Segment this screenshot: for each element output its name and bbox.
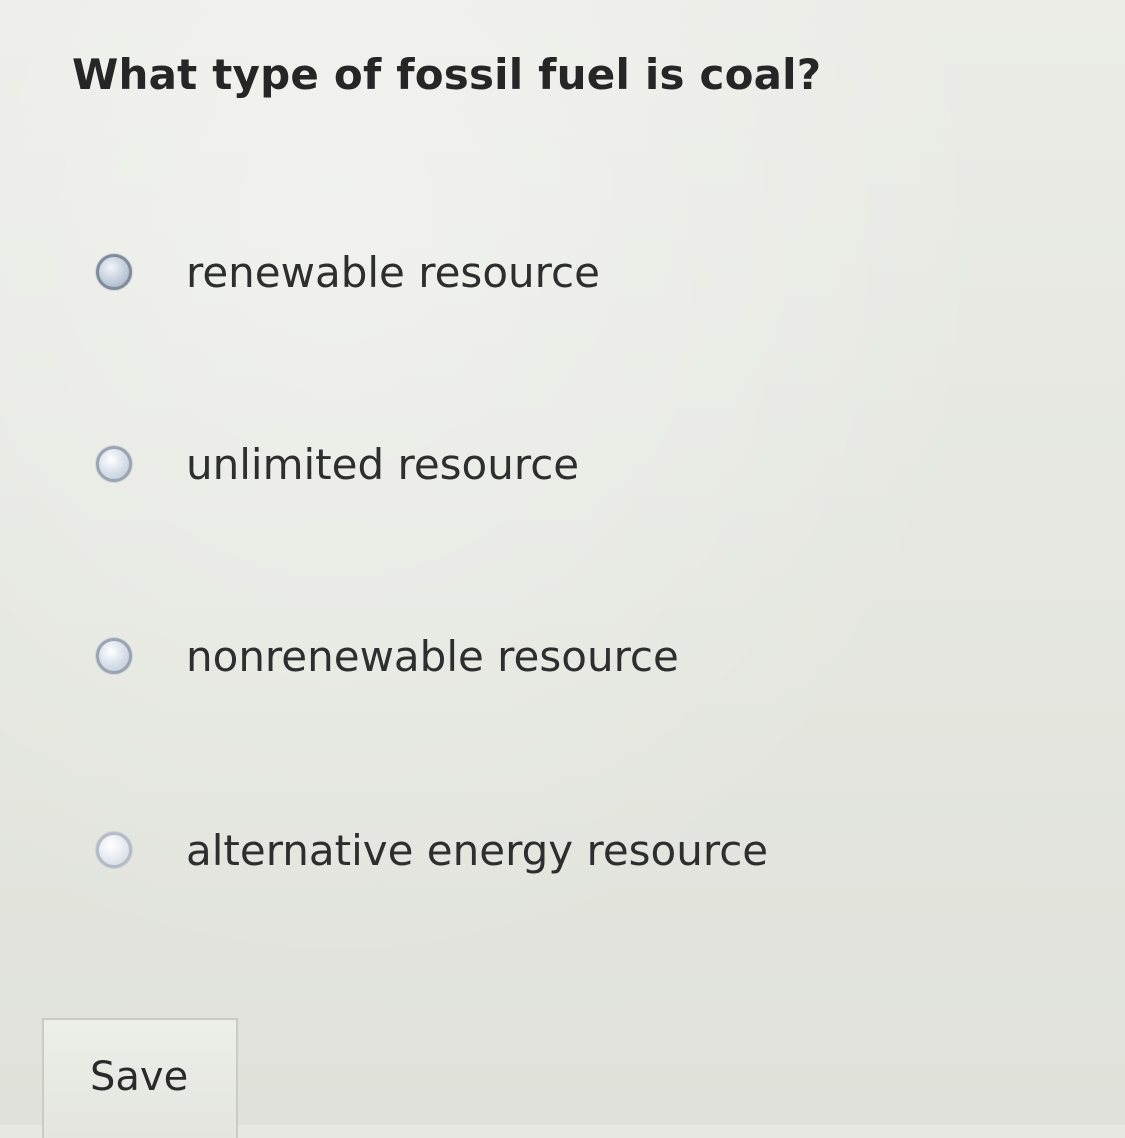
radio-button-icon[interactable]	[96, 254, 132, 290]
answer-option-unlimited[interactable]: unlimited resource	[96, 436, 579, 492]
save-button-label: Save	[90, 1054, 189, 1100]
answer-option-label: renewable resource	[186, 247, 600, 297]
answer-option-renewable[interactable]: renewable resource	[96, 244, 600, 300]
answer-option-alternative-energy[interactable]: alternative energy resource	[96, 822, 768, 878]
radio-button-icon[interactable]	[96, 446, 132, 482]
answer-option-label: nonrenewable resource	[186, 631, 679, 681]
answer-option-nonrenewable[interactable]: nonrenewable resource	[96, 628, 679, 684]
radio-button-icon[interactable]	[96, 638, 132, 674]
answer-option-label: unlimited resource	[186, 439, 580, 489]
answer-option-label: alternative energy resource	[186, 825, 769, 875]
quiz-screen: What type of fossil fuel is coal? renewa…	[0, 0, 1125, 1138]
save-button[interactable]: Save	[42, 1018, 238, 1138]
radio-button-icon[interactable]	[96, 832, 132, 868]
question-text: What type of fossil fuel is coal?	[72, 50, 822, 99]
